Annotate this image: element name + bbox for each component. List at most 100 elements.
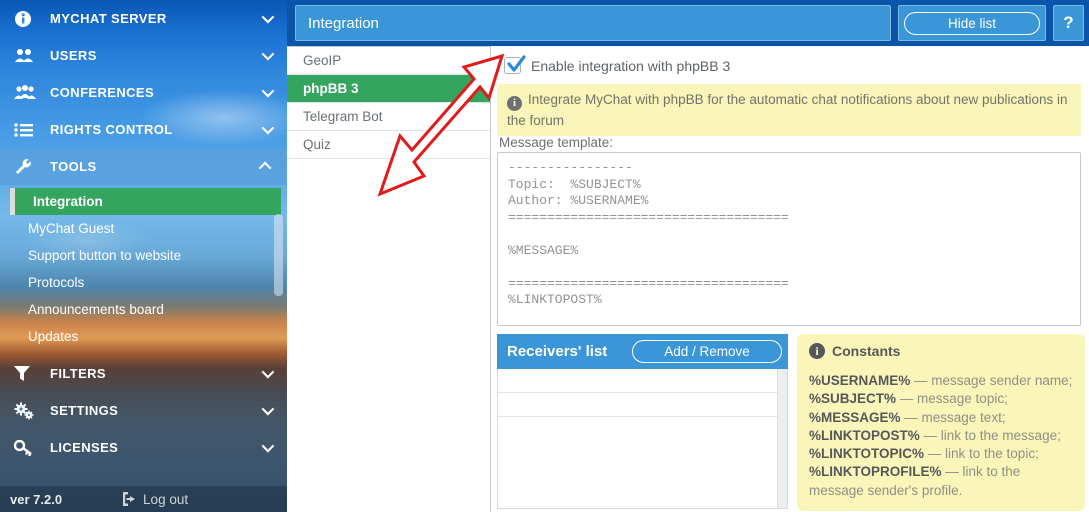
hide-list-button[interactable]: Hide list <box>904 12 1040 35</box>
message-template-textarea[interactable]: ---------------- Topic: %SUBJECT% Author… <box>497 152 1081 326</box>
sidebar-item-label: USERS <box>50 48 262 63</box>
receivers-panel: Receivers' list Add / Remove <box>497 334 788 509</box>
message-template-label: Message template: <box>499 135 613 150</box>
sidebar: MYCHAT SERVER USERS CONFERENCES RIGHTS C… <box>0 0 287 512</box>
users-icon <box>14 46 40 66</box>
submenu-item-integration[interactable]: Integration <box>10 188 281 215</box>
module-item-label: GeoIP <box>303 53 341 68</box>
module-item-phpbb3[interactable]: phpBB 3 <box>287 75 490 103</box>
logout-icon <box>122 492 137 506</box>
add-remove-button[interactable]: Add / Remove <box>632 340 782 363</box>
logout-button[interactable]: Log out <box>122 492 188 507</box>
chevron-down-icon <box>262 48 275 61</box>
receivers-scrollbar-track[interactable] <box>777 369 787 508</box>
submenu-item-label: Updates <box>28 329 78 344</box>
sidebar-footer: ver 7.2.0 Log out <box>0 486 287 512</box>
sidebar-item-label: TOOLS <box>50 159 262 174</box>
page-title-bar: Integration <box>295 5 891 41</box>
chevron-down-icon <box>262 366 275 379</box>
sidebar-item-label: SETTINGS <box>50 403 262 418</box>
submenu-item-support-button[interactable]: Support button to website <box>0 242 287 269</box>
submenu-item-announcements[interactable]: Announcements board <box>0 296 287 323</box>
integration-info-note: iIntegrate MyChat with phpBB for the aut… <box>497 84 1081 136</box>
sidebar-item-label: LICENSES <box>50 440 262 455</box>
wrench-icon <box>14 157 40 177</box>
hide-list-panel: Hide list <box>898 5 1046 41</box>
constant-name: %MESSAGE% <box>809 410 901 425</box>
constant-desc: — link to the topic; <box>924 446 1039 461</box>
page-title: Integration <box>308 15 379 32</box>
constant-item: %MESSAGE% — message text; <box>809 409 1073 427</box>
sidebar-item-licenses[interactable]: LICENSES <box>0 429 287 466</box>
module-item-label: phpBB 3 <box>303 81 359 96</box>
help-panel: ? <box>1053 5 1084 41</box>
chevron-down-icon <box>262 122 275 135</box>
module-item-label: Telegram Bot <box>303 109 383 124</box>
receivers-title: Receivers' list <box>507 343 607 360</box>
info-icon <box>14 9 40 29</box>
sidebar-item-mychat-server[interactable]: MYCHAT SERVER <box>0 0 287 37</box>
module-item-telegram-bot[interactable]: Telegram Bot <box>287 103 490 131</box>
module-item-label: Quiz <box>303 137 331 152</box>
constant-name: %USERNAME% <box>809 373 910 388</box>
enable-integration-checkbox[interactable] <box>504 57 521 74</box>
submenu-item-label: Protocols <box>28 275 84 290</box>
submenu-item-mychat-guest[interactable]: MyChat Guest <box>0 215 287 242</box>
receivers-header: Receivers' list Add / Remove <box>497 334 788 369</box>
constant-name: %LINKTOPOST% <box>809 428 920 443</box>
sidebar-item-conferences[interactable]: CONFERENCES <box>0 74 287 111</box>
receivers-list[interactable] <box>497 369 788 509</box>
chevron-down-icon <box>262 403 275 416</box>
constants-title: Constants <box>832 343 900 359</box>
constants-list: %USERNAME% — message sender name; %SUBJE… <box>809 372 1073 500</box>
module-item-quiz[interactable]: Quiz <box>287 131 490 159</box>
phpbb-settings-panel: Enable integration with phpBB 3 iIntegra… <box>491 46 1089 512</box>
submenu-item-label: Announcements board <box>28 302 164 317</box>
constants-note: i Constants %USERNAME% — message sender … <box>797 334 1085 511</box>
submenu-item-label: Support button to website <box>28 248 181 263</box>
constant-item: %SUBJECT% — message topic; <box>809 390 1073 408</box>
constant-name: %LINKTOTOPIC% <box>809 446 924 461</box>
sidebar-item-settings[interactable]: SETTINGS <box>0 392 287 429</box>
constant-item: %USERNAME% — message sender name; <box>809 372 1073 390</box>
list-icon <box>14 120 40 140</box>
gear-icon <box>14 401 40 421</box>
chevron-down-icon <box>262 85 275 98</box>
integration-module-list: GeoIP phpBB 3 Telegram Bot Quiz <box>287 46 491 512</box>
info-icon: i <box>507 96 522 111</box>
sidebar-scrollbar-thumb[interactable] <box>274 214 283 296</box>
logout-label: Log out <box>143 492 188 507</box>
mychat-admin-window: MYCHAT SERVER USERS CONFERENCES RIGHTS C… <box>0 0 1089 512</box>
sidebar-item-label: CONFERENCES <box>50 85 262 100</box>
constant-desc: — message sender name; <box>910 373 1072 388</box>
checkmark-icon <box>506 55 526 75</box>
version-label: ver 7.2.0 <box>10 492 62 507</box>
sidebar-item-filters[interactable]: FILTERS <box>0 355 287 392</box>
chevron-down-icon <box>262 11 275 24</box>
constants-title-row: i Constants <box>809 343 1073 359</box>
sidebar-item-label: RIGHTS CONTROL <box>50 122 262 137</box>
tools-submenu: Integration MyChat Guest Support button … <box>0 188 287 350</box>
filter-icon <box>14 364 40 384</box>
submenu-item-protocols[interactable]: Protocols <box>0 269 287 296</box>
receivers-list-row <box>498 393 787 417</box>
module-item-geoip[interactable]: GeoIP <box>287 47 490 75</box>
key-icon <box>14 438 40 458</box>
constant-item: %LINKTOPOST% — link to the message; <box>809 427 1073 445</box>
submenu-item-updates[interactable]: Updates <box>0 323 287 350</box>
constant-name: %LINKTOPROFILE% <box>809 464 942 479</box>
receivers-list-row <box>498 369 787 393</box>
enable-integration-label: Enable integration with phpBB 3 <box>531 58 730 74</box>
conferences-icon <box>14 83 40 103</box>
constant-desc: — link to the message; <box>920 428 1061 443</box>
constant-item: %LINKTOPROFILE% — link to the message se… <box>809 463 1073 500</box>
help-button[interactable]: ? <box>1063 13 1073 33</box>
sidebar-item-rights-control[interactable]: RIGHTS CONTROL <box>0 111 287 148</box>
submenu-item-label: MyChat Guest <box>28 221 114 236</box>
info-note-text: Integrate MyChat with phpBB for the auto… <box>507 92 1068 128</box>
constant-name: %SUBJECT% <box>809 391 896 406</box>
info-icon: i <box>809 343 825 359</box>
enable-integration-row: Enable integration with phpBB 3 <box>504 57 730 74</box>
sidebar-item-users[interactable]: USERS <box>0 37 287 74</box>
sidebar-item-tools[interactable]: TOOLS <box>0 148 287 185</box>
